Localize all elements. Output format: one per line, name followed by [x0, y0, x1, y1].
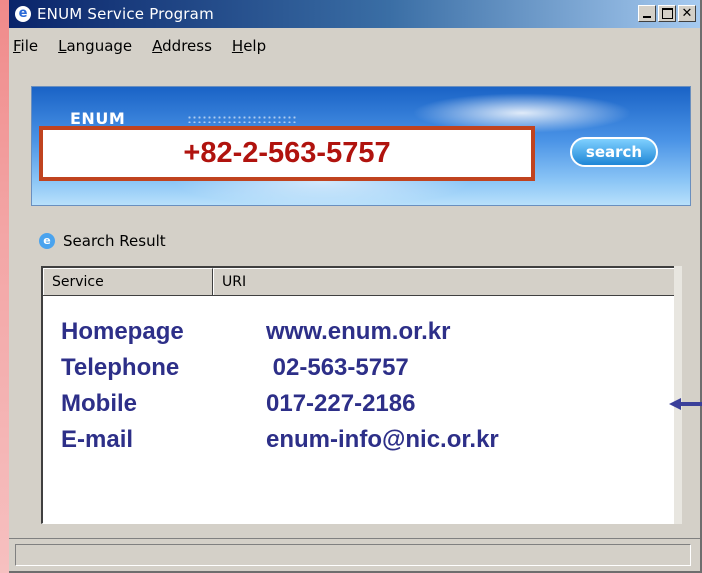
window-controls: ✕ — [638, 5, 696, 22]
column-header-uri[interactable]: URI — [213, 268, 674, 295]
uri-cell: enum-info@nic.or.kr — [266, 426, 499, 453]
phone-number-input[interactable]: +82-2-563-5757 — [39, 126, 535, 181]
list-header: Service URI — [43, 268, 674, 296]
maximize-button[interactable] — [658, 5, 676, 22]
result-list: Service URI Homepage www.enum.or.kr Tele… — [41, 266, 675, 524]
pointer-arrow-icon — [669, 398, 702, 410]
slide-background-strip — [0, 0, 9, 573]
column-header-service[interactable]: Service — [43, 268, 213, 295]
banner-dots — [187, 115, 297, 123]
menu-bar: File Language Address Help — [9, 28, 700, 64]
menu-language-label: anguage — [66, 37, 133, 55]
menu-help[interactable]: Help — [232, 37, 266, 55]
service-cell: E-mail — [61, 426, 134, 453]
menu-help-label: elp — [243, 37, 267, 55]
menu-help-accel: H — [231, 37, 244, 55]
list-item[interactable]: Telephone 02-563-5757 — [61, 354, 409, 382]
service-cell: Homepage — [61, 318, 184, 345]
menu-file[interactable]: File — [13, 37, 38, 55]
status-bar — [9, 538, 700, 571]
app-icon: e — [15, 6, 31, 22]
menu-address[interactable]: Address — [152, 37, 212, 55]
list-edge — [674, 266, 682, 524]
search-result-header: e Search Result — [39, 232, 166, 250]
status-panel — [15, 544, 691, 566]
close-button[interactable]: ✕ — [678, 5, 696, 22]
result-icon: e — [39, 233, 55, 249]
search-button[interactable]: search — [570, 137, 658, 167]
list-item[interactable]: Homepage www.enum.or.kr — [61, 318, 451, 346]
menu-address-label: ddress — [162, 37, 212, 55]
window-title: ENUM Service Program — [37, 5, 214, 23]
minimize-button[interactable] — [638, 5, 656, 22]
list-item[interactable]: Mobile 017-227-2186 — [61, 390, 415, 418]
menu-address-accel: A — [152, 37, 163, 55]
menu-language[interactable]: Language — [58, 37, 132, 55]
uri-cell: www.enum.or.kr — [266, 318, 451, 345]
service-cell: Mobile — [61, 390, 137, 417]
uri-cell: 02-563-5757 — [266, 354, 409, 381]
search-result-label: Search Result — [63, 232, 166, 250]
app-window: e ENUM Service Program ✕ File Language A… — [9, 0, 702, 573]
uri-cell: 017-227-2186 — [266, 390, 416, 417]
menu-file-label: ile — [20, 37, 39, 55]
service-cell: Telephone — [61, 354, 180, 381]
menu-file-accel: F — [13, 37, 21, 55]
title-bar[interactable]: e ENUM Service Program ✕ — [9, 0, 700, 28]
list-item[interactable]: E-mail enum-info@nic.or.kr — [61, 426, 499, 454]
